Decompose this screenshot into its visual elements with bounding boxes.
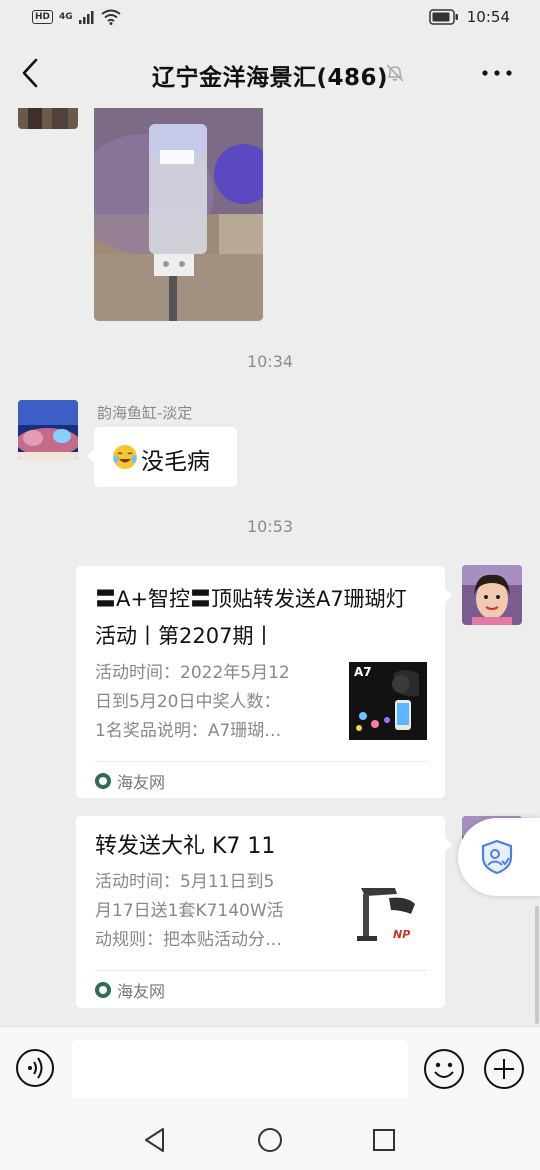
message-text: 没毛病: [141, 449, 210, 475]
card-source: 海友网: [95, 978, 165, 1002]
text-message[interactable]: 没毛病: [87, 427, 237, 487]
chat-title: 辽宁金洋海景汇(486): [151, 65, 389, 91]
status-bar: HD 4G 10:54: [0, 0, 540, 38]
status-left: HD 4G: [32, 9, 121, 25]
card-thumbnail: A7: [349, 662, 427, 740]
status-right: 10:54: [429, 8, 510, 26]
nav-home-icon[interactable]: [256, 1126, 284, 1154]
card-desc-line: 1名奖品说明：A7珊瑚…: [95, 721, 282, 741]
message-input[interactable]: [72, 1040, 408, 1098]
card-desc-line: 动规则：把本贴活动分…: [95, 930, 282, 950]
card-desc-line: 活动时间：2022年5月12: [95, 663, 290, 683]
emoji-icon[interactable]: [423, 1048, 465, 1090]
timestamp: 10:53: [246, 517, 294, 536]
nav-back-icon[interactable]: [141, 1126, 169, 1154]
signal-icon: [78, 11, 94, 24]
card-title: 转发送大礼 K7 11: [95, 834, 276, 859]
source-logo-icon: [95, 982, 111, 998]
wifi-icon: [101, 9, 121, 25]
laughing-crying-emoji-icon: [113, 445, 137, 469]
card-desc-line: 月17日送1套K7140W活: [95, 901, 284, 921]
timestamp: 10:34: [246, 352, 294, 371]
image-message[interactable]: [94, 108, 263, 321]
link-card[interactable]: 〓A+智控〓顶贴转发送A7珊瑚灯活动丨第2207期丨 活动时间：2022年5月1…: [76, 566, 452, 798]
card-thumbnail: NP: [351, 874, 427, 950]
hd-badge: HD: [32, 10, 54, 24]
more-icon[interactable]: [480, 58, 514, 88]
card-divider: [95, 761, 427, 762]
sender-name: 韵海鱼缸-淡定: [97, 404, 193, 422]
scrollbar[interactable]: [535, 906, 539, 1024]
card-title: 〓A+智控〓顶贴转发送A7珊瑚灯活动丨第2207期丨: [95, 587, 407, 648]
shield-icon: [481, 839, 513, 875]
source-name: 海友网: [117, 982, 166, 1001]
avatar[interactable]: [18, 400, 78, 460]
bubble-tail: [445, 588, 452, 602]
voice-icon[interactable]: [15, 1048, 55, 1088]
input-bar: [0, 1026, 540, 1109]
clock: 10:54: [466, 8, 510, 26]
mute-bell-icon: [386, 64, 404, 82]
card-source: 海友网: [95, 769, 165, 793]
card-desc-line: 日到5月20日中奖人数：: [95, 692, 281, 712]
source-logo-icon: [95, 773, 111, 789]
battery-icon: [429, 9, 458, 25]
thumb-label: NP: [393, 928, 411, 941]
card-divider: [95, 970, 427, 971]
chat-area[interactable]: 10:34 韵海鱼缸-淡定 没毛病 10:53 〓A+智控〓顶贴转发送A7珊瑚灯…: [0, 108, 540, 1026]
link-card[interactable]: 转发送大礼 K7 11 活动时间：5月11日到5 月17日送1套K7140W活 …: [76, 816, 452, 1008]
card-desc-line: 活动时间：5月11日到5: [95, 872, 275, 892]
avatar[interactable]: [462, 565, 522, 625]
network-type: 4G: [59, 12, 73, 22]
avatar[interactable]: [18, 108, 78, 129]
bubble-tail: [87, 449, 94, 463]
thumb-label: A7: [354, 665, 372, 679]
source-name: 海友网: [117, 773, 166, 792]
bubble-tail: [445, 838, 452, 852]
nav-recents-icon[interactable]: [370, 1126, 398, 1154]
floating-security-button[interactable]: [458, 818, 540, 896]
chat-header: 辽宁金洋海景汇(486): [0, 38, 540, 108]
plus-icon[interactable]: [483, 1048, 525, 1090]
system-nav-bar: [0, 1108, 540, 1170]
